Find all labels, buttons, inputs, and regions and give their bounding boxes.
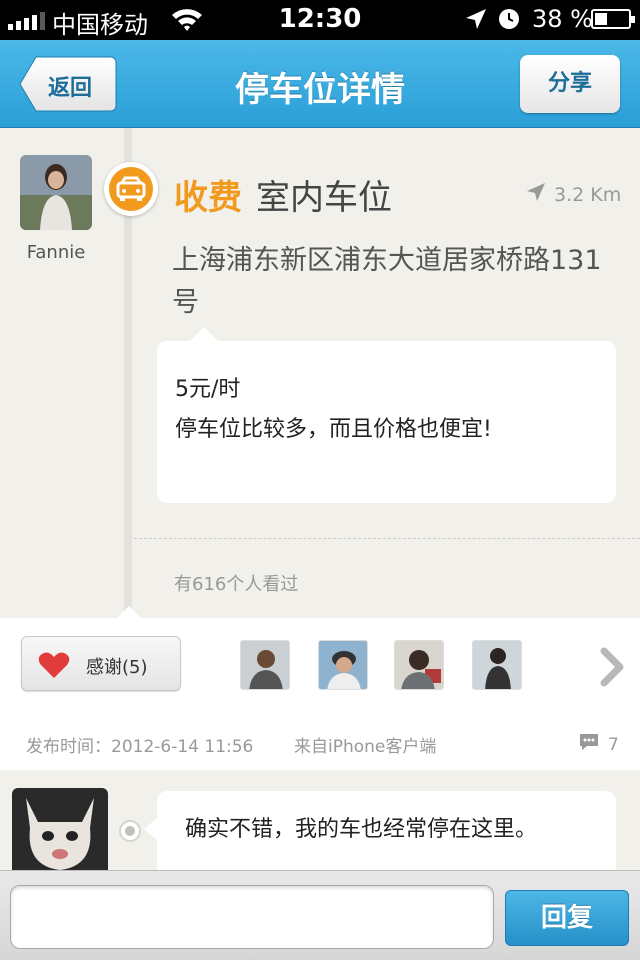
- timeline-dot: [119, 820, 141, 842]
- location-services-icon: [464, 7, 488, 37]
- reply-send-button[interactable]: 回复: [505, 890, 629, 946]
- poster-avatar[interactable]: [20, 155, 92, 230]
- reply-card-pointer: [144, 817, 158, 841]
- comment-count: 7: [608, 734, 619, 755]
- fee-type-label: 收费: [174, 178, 242, 218]
- navigation-bar: 返回 停车位详情 分享: [0, 40, 640, 128]
- distance-value: 3.2 Km: [554, 183, 622, 206]
- thanks-button[interactable]: 感谢(5): [21, 636, 181, 691]
- battery-icon: [591, 9, 635, 29]
- thanked-user-avatar[interactable]: [318, 640, 368, 690]
- note-card-pointer: [190, 327, 218, 341]
- timeline-pointer: [117, 606, 141, 618]
- thanks-label: 感谢(5): [86, 657, 148, 678]
- note-card: 5元/时 停车位比较多，而且价格也便宜!: [157, 341, 616, 503]
- thanked-user-avatar[interactable]: [240, 640, 290, 690]
- reply-card: 确实不错，我的车也经常停在这里。: [157, 791, 616, 870]
- comment-bubble-icon: [578, 732, 600, 757]
- reply-author-avatar[interactable]: [12, 788, 108, 870]
- thanked-user-avatar[interactable]: [394, 640, 444, 690]
- poster-name: Fannie: [26, 242, 86, 263]
- spot-type-label: 室内车位: [256, 178, 392, 218]
- view-count: 有616个人看过: [174, 574, 299, 595]
- car-icon: [109, 167, 153, 211]
- chevron-right-icon[interactable]: [596, 643, 630, 691]
- reply-input-bar: 回复: [0, 870, 640, 960]
- alarm-clock-icon: [498, 8, 520, 36]
- location-arrow-icon: [526, 182, 546, 207]
- battery-percentage: 38 %: [532, 5, 593, 33]
- divider: [134, 538, 640, 539]
- share-button[interactable]: 分享: [520, 55, 620, 113]
- post-source: 来自iPhone客户端: [294, 737, 437, 757]
- comment-count-indicator[interactable]: 7: [578, 732, 619, 757]
- status-bar: 中国移动 12:30 38 %: [0, 0, 640, 40]
- parking-type-badge: [104, 162, 158, 216]
- heart-icon: [38, 651, 70, 683]
- parking-price: 5元/时: [175, 377, 241, 402]
- publish-time: 发布时间：2012-6-14 11:56: [26, 737, 254, 757]
- parking-note: 停车位比较多，而且价格也便宜!: [175, 417, 492, 442]
- reply-input[interactable]: [10, 885, 494, 949]
- reply-text: 确实不错，我的车也经常停在这里。: [185, 817, 538, 842]
- distance-indicator: 3.2 Km: [526, 182, 621, 207]
- parking-address: 上海浦东新区浦东大道居家桥路131号: [172, 245, 602, 318]
- thanked-user-avatar[interactable]: [472, 640, 522, 690]
